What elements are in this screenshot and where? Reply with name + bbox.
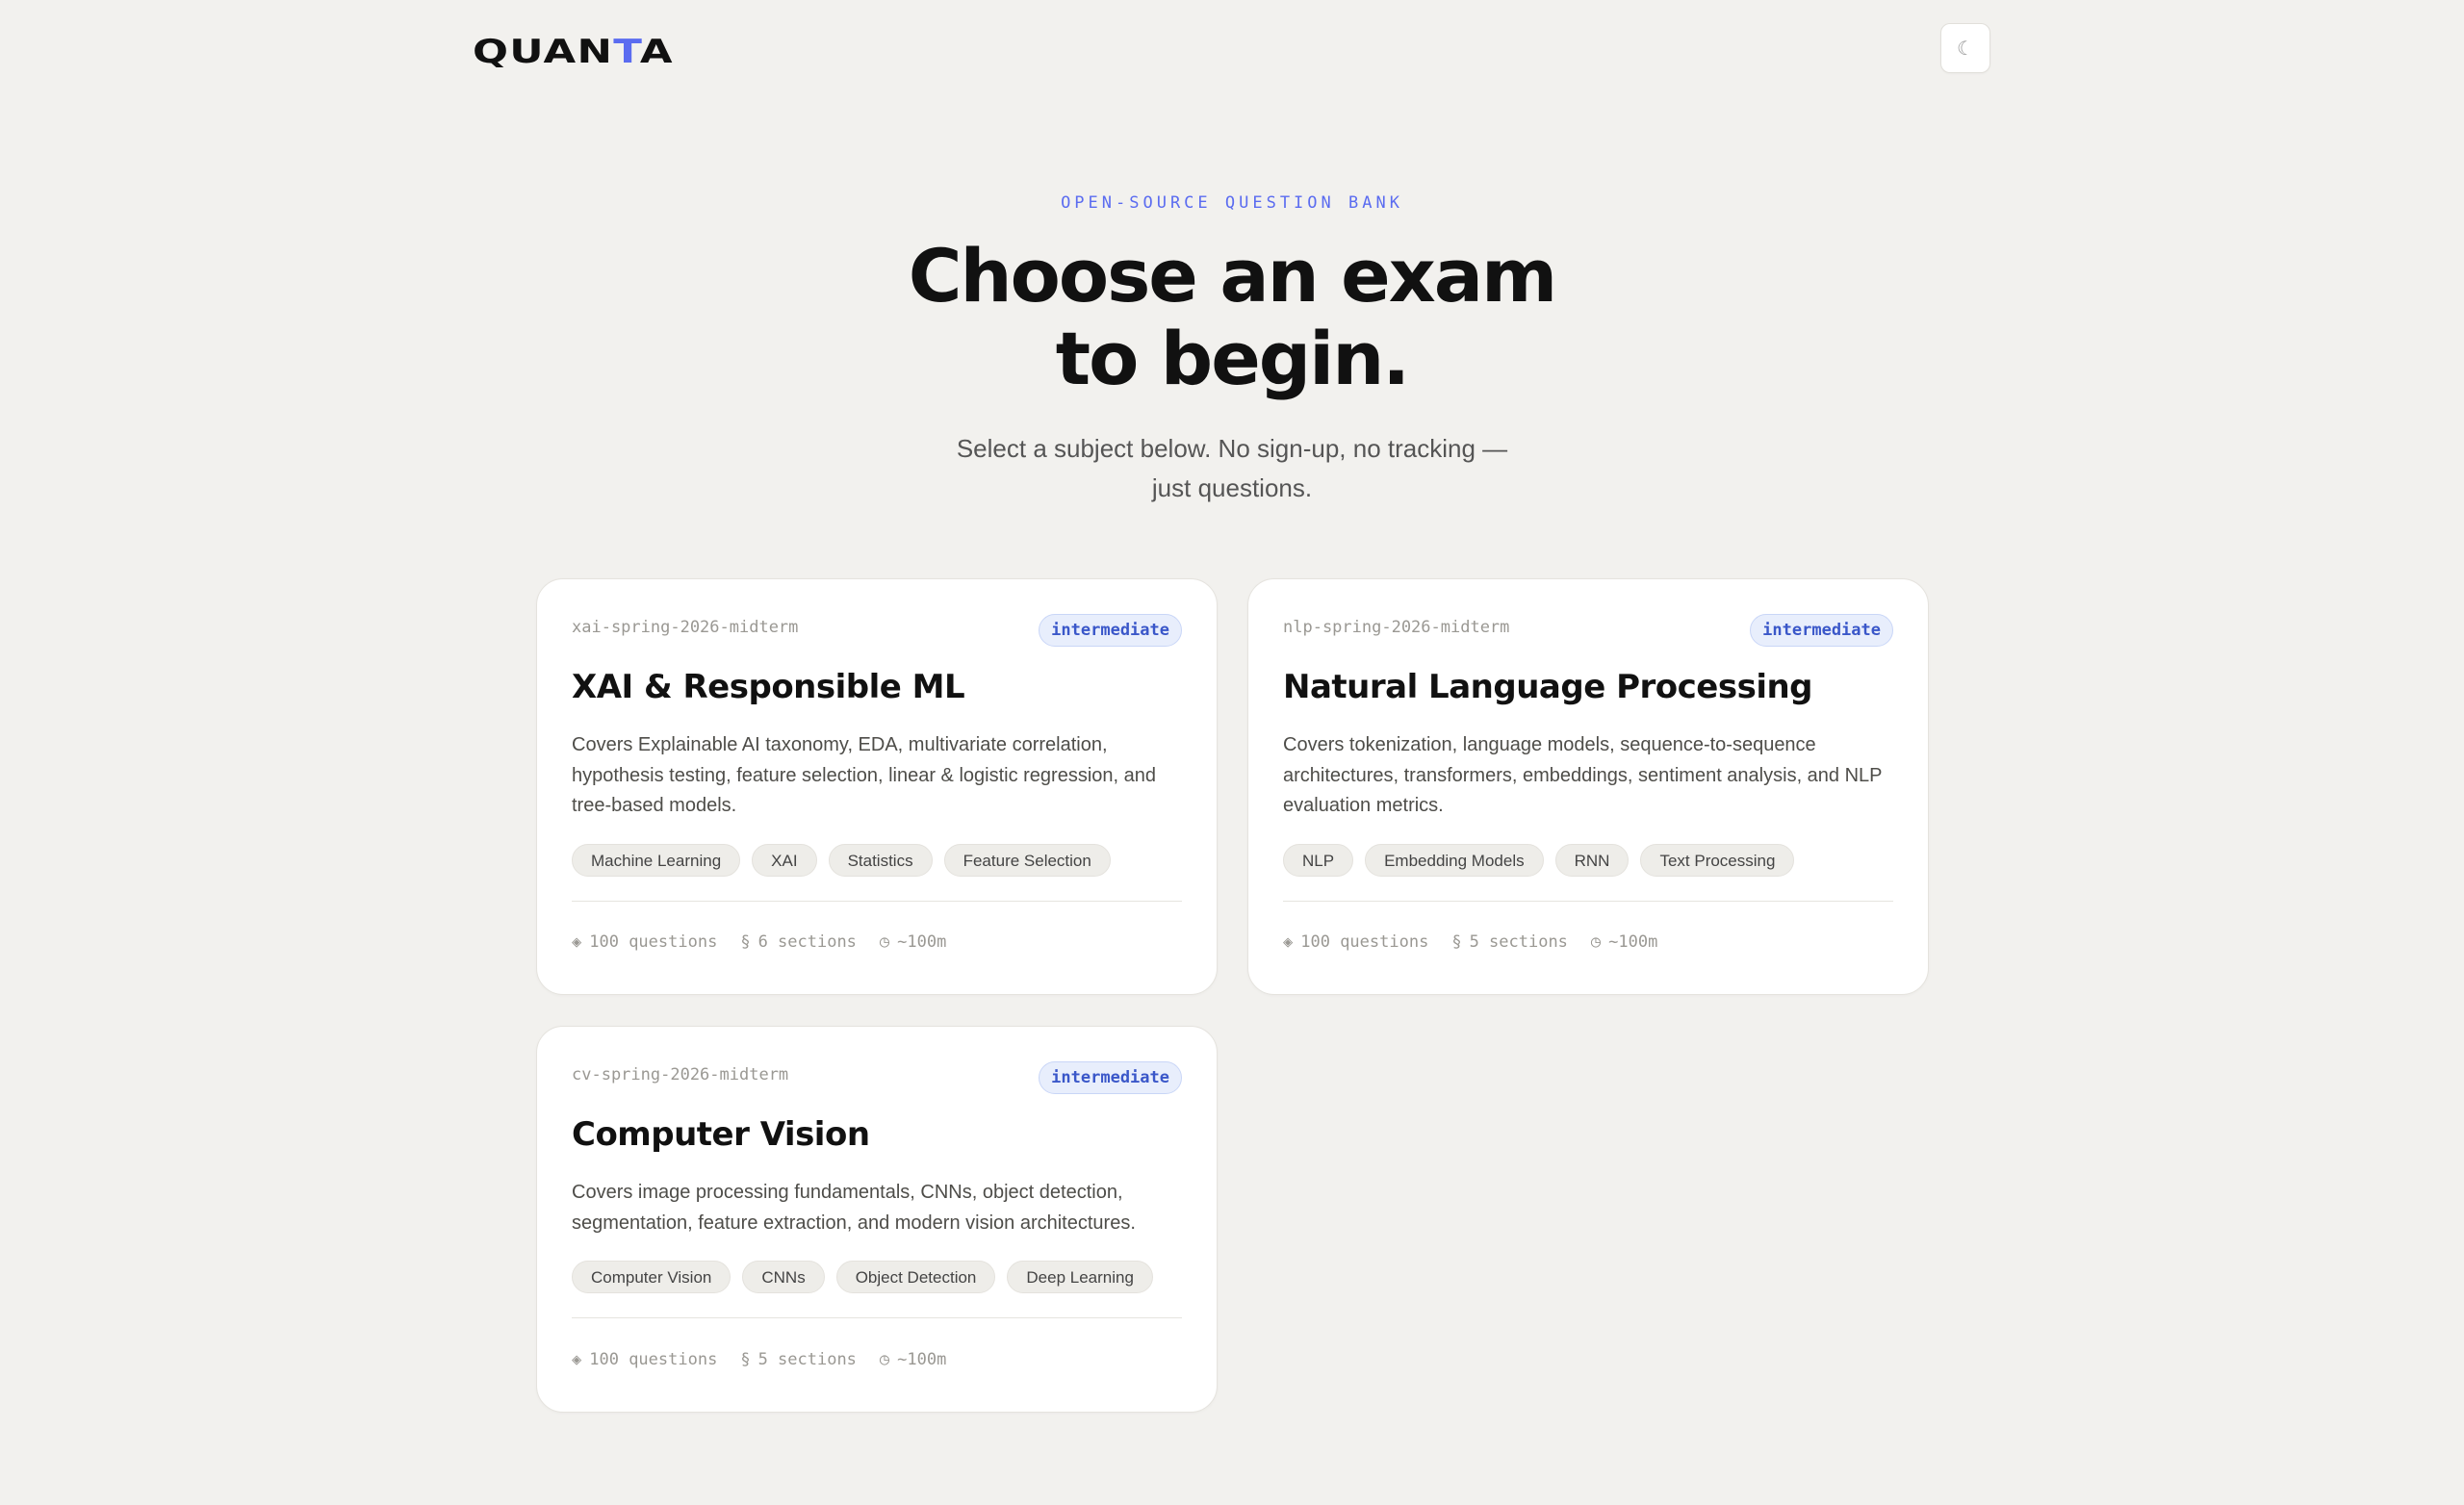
duration: ◷ ~100m	[880, 1350, 946, 1369]
question-count-label: 100 questions	[589, 1350, 718, 1369]
page-title: Choose an exam to begin.	[0, 235, 2464, 400]
tag: Deep Learning	[1007, 1261, 1153, 1293]
section-count-label: 5 sections	[757, 1350, 857, 1369]
question-count-label: 100 questions	[589, 932, 718, 952]
exam-card-nlp[interactable]: nlp-spring-2026-midterm intermediate Nat…	[1247, 578, 1929, 995]
theme-toggle-button[interactable]: ☾	[1940, 23, 1990, 73]
hero-subtitle: Select a subject below. No sign-up, no t…	[0, 429, 2464, 508]
card-divider	[572, 1317, 1182, 1318]
exam-meta: ◈ 100 questions § 5 sections ◷ ~100m	[572, 1350, 946, 1369]
questions-icon: ◈	[572, 932, 582, 952]
top-bar: QUANTA ☾	[0, 0, 2464, 98]
exam-title: Natural Language Processing	[1283, 668, 1813, 706]
duration: ◷ ~100m	[1591, 932, 1657, 952]
exam-description: Covers Explainable AI taxonomy, EDA, mul…	[572, 734, 1157, 816]
exam-description: Covers tokenization, language models, se…	[1283, 734, 1883, 816]
difficulty-badge: intermediate	[1750, 614, 1893, 647]
hero-subtitle-line-2: just questions.	[1151, 473, 1313, 502]
sections-icon: §	[740, 1350, 751, 1369]
section-count: § 5 sections	[740, 1350, 857, 1369]
question-count: ◈ 100 questions	[1283, 932, 1428, 952]
logo-prefix: QUAN	[473, 33, 614, 71]
exam-slug: xai-spring-2026-midterm	[572, 618, 799, 637]
duration: ◷ ~100m	[880, 932, 946, 952]
tag-list: NLP Embedding Models RNN Text Processing	[1283, 844, 1795, 877]
clock-icon: ◷	[879, 932, 890, 952]
quanta-logo[interactable]: QUANTA	[473, 33, 674, 71]
tag: Computer Vision	[572, 1261, 732, 1293]
tag-list: Machine Learning XAI Statistics Feature …	[572, 844, 1111, 877]
exam-description: Covers image processing fundamentals, CN…	[572, 1182, 1136, 1234]
exam-meta: ◈ 100 questions § 6 sections ◷ ~100m	[572, 932, 946, 952]
section-count: § 6 sections	[740, 932, 857, 952]
questions-icon: ◈	[572, 1350, 582, 1369]
hero-eyebrow: OPEN-SOURCE QUESTION BANK	[1061, 193, 1403, 213]
tag: Statistics	[828, 844, 933, 877]
duration-label: ~100m	[897, 1350, 947, 1369]
logo-accent-letter: T	[613, 33, 640, 71]
tag: Feature Selection	[943, 844, 1111, 877]
exam-meta: ◈ 100 questions § 5 sections ◷ ~100m	[1283, 932, 1657, 952]
page-title-line-2: to begin.	[1055, 316, 1410, 401]
tag: NLP	[1283, 844, 1354, 877]
exam-card-xai[interactable]: xai-spring-2026-midterm intermediate XAI…	[536, 578, 1218, 995]
moon-icon: ☾	[1957, 37, 1974, 60]
section-count: § 5 sections	[1451, 932, 1568, 952]
card-divider	[572, 901, 1182, 902]
difficulty-badge: intermediate	[1039, 614, 1182, 647]
difficulty-badge: intermediate	[1039, 1061, 1182, 1094]
exam-title: XAI & Responsible ML	[572, 668, 965, 706]
tag: Text Processing	[1640, 844, 1795, 877]
sections-icon: §	[740, 932, 751, 952]
tag: XAI	[752, 844, 817, 877]
tag: CNNs	[742, 1261, 825, 1293]
exam-card-cv[interactable]: cv-spring-2026-midterm intermediate Comp…	[536, 1026, 1218, 1413]
clock-icon: ◷	[1590, 932, 1602, 952]
section-count-label: 6 sections	[757, 932, 857, 952]
questions-icon: ◈	[1283, 932, 1294, 952]
tag-list: Computer Vision CNNs Object Detection De…	[572, 1261, 1153, 1293]
section-count-label: 5 sections	[1469, 932, 1568, 952]
duration-label: ~100m	[897, 932, 947, 952]
logo-suffix: A	[639, 33, 674, 71]
card-divider	[1283, 901, 1893, 902]
tag: Machine Learning	[572, 844, 741, 877]
tag: Object Detection	[835, 1261, 996, 1293]
question-count: ◈ 100 questions	[572, 932, 717, 952]
tag: Embedding Models	[1365, 844, 1544, 877]
exam-slug: cv-spring-2026-midterm	[572, 1065, 789, 1084]
question-count: ◈ 100 questions	[572, 1350, 717, 1369]
duration-label: ~100m	[1608, 932, 1658, 952]
question-count-label: 100 questions	[1300, 932, 1429, 952]
clock-icon: ◷	[879, 1350, 890, 1369]
exam-slug: nlp-spring-2026-midterm	[1283, 618, 1510, 637]
tag: RNN	[1554, 844, 1630, 877]
page-title-line-1: Choose an exam	[908, 233, 1557, 319]
exam-title: Computer Vision	[572, 1115, 870, 1154]
sections-icon: §	[1451, 932, 1462, 952]
hero-subtitle-line-1: Select a subject below. No sign-up, no t…	[956, 434, 1508, 463]
